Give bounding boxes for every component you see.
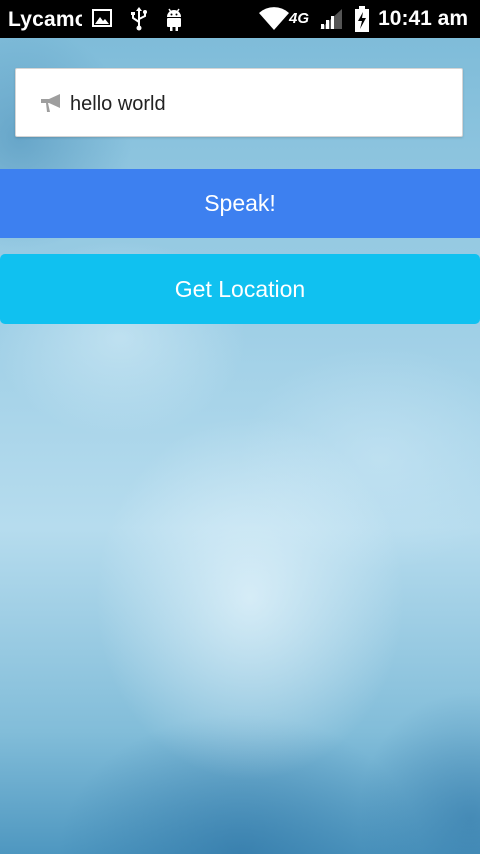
signal-icon (318, 8, 344, 35)
app-screen: Lycamo 4G 10:41 am hello world Speak! Ge… (0, 0, 480, 854)
usb-icon (128, 6, 150, 37)
speech-text-input[interactable] (70, 88, 440, 120)
background-texture (0, 38, 480, 854)
android-icon (163, 6, 185, 37)
speak-button[interactable]: Speak! (0, 169, 480, 238)
get-location-button[interactable]: Get Location (0, 254, 480, 324)
carrier-name: Lycamo (8, 8, 82, 31)
status-bar: Lycamo 4G 10:41 am (0, 0, 480, 38)
image-icon (91, 6, 113, 35)
battery-charging-icon (354, 5, 370, 38)
clock: 10:41 am (378, 7, 468, 30)
network-type: 4G (289, 10, 310, 27)
speech-input-card (15, 68, 463, 137)
megaphone-icon (40, 93, 64, 115)
wifi-icon (258, 6, 290, 37)
